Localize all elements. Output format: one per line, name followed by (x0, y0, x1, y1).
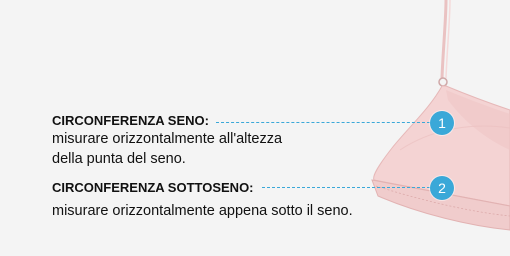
measurement-1-number-badge: 1 (430, 111, 454, 135)
size-guide-diagram: CIRCONFERENZA SENO: 1 misurare orizzonta… (0, 0, 510, 256)
measurement-2-description-line-1: misurare orizzontalmente appena sotto il… (52, 203, 353, 219)
measurement-1-description-line-1: misurare orizzontalmente all'altezza (52, 131, 283, 147)
measurement-1-description-line-2: della punta del seno. (52, 151, 186, 167)
measurement-2-number-badge: 2 (430, 176, 454, 200)
measurement-2-leader-line (262, 187, 430, 188)
measurement-1-title: CIRCONFERENZA SENO: (52, 113, 209, 128)
measurement-1-leader-line (216, 122, 430, 123)
measurement-2-title: CIRCONFERENZA SOTTOSENO: (52, 180, 254, 195)
